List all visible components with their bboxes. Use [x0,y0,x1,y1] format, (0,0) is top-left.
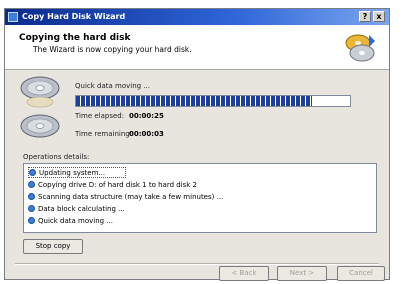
list-item[interactable]: Data block calculating ... [28,204,125,215]
info-icon [29,168,36,176]
list-item[interactable]: Scanning data structure (may take a few … [28,192,223,203]
page-title: Copying the hard disk [19,33,131,43]
operations-details-label: Operations details: [23,153,90,161]
progress-status: Quick data moving ... [75,82,150,90]
info-icon [28,192,35,200]
back-button[interactable]: < Back [219,266,269,281]
list-item[interactable]: Quick data moving ... [28,216,113,227]
operation-text: Updating system... [39,169,106,177]
page-subtitle: The Wizard is now copying your hard disk… [33,45,192,54]
time-remaining-value: 00:00:03 [129,130,164,138]
operation-text: Scanning data structure (may take a few … [38,193,224,201]
time-elapsed-label: Time elapsed: [75,112,125,120]
copy-progress-bar [75,95,351,107]
app-icon [8,12,18,22]
operation-text: Copying drive D: of hard disk 1 to hard … [38,181,198,189]
copy-hard-disk-wizard-window: Copy Hard Disk Wizard ? x Copying the ha… [4,8,390,281]
operations-list[interactable]: Updating system... Copying drive D: of h… [23,163,377,233]
wizard-header: Copying the hard disk The Wizard is now … [5,25,389,70]
next-button[interactable]: Next > [277,266,327,281]
window-title: Copy Hard Disk Wizard [22,12,126,21]
title-bar[interactable]: Copy Hard Disk Wizard ? x [5,9,389,25]
time-elapsed-value: 00:00:25 [129,112,164,120]
operation-text: Quick data moving ... [38,217,113,225]
list-item[interactable]: Updating system... [28,167,127,178]
disk-copy-icon [345,34,375,62]
copy-flow-icon [26,96,54,108]
help-button[interactable]: ? [359,11,371,22]
close-button[interactable]: x [373,11,385,22]
footer-divider [15,263,379,265]
info-icon [28,204,35,212]
info-icon [28,180,35,188]
progress-fill [76,96,312,106]
target-disk-icon [20,114,60,138]
time-remaining-label: Time remaining: [75,130,133,138]
operation-text: Data block calculating ... [38,205,125,213]
stop-copy-button[interactable]: Stop copy [23,239,83,254]
list-item[interactable]: Copying drive D: of hard disk 1 to hard … [28,180,197,191]
cancel-button[interactable]: Cancel [337,266,385,281]
info-icon [28,216,35,224]
